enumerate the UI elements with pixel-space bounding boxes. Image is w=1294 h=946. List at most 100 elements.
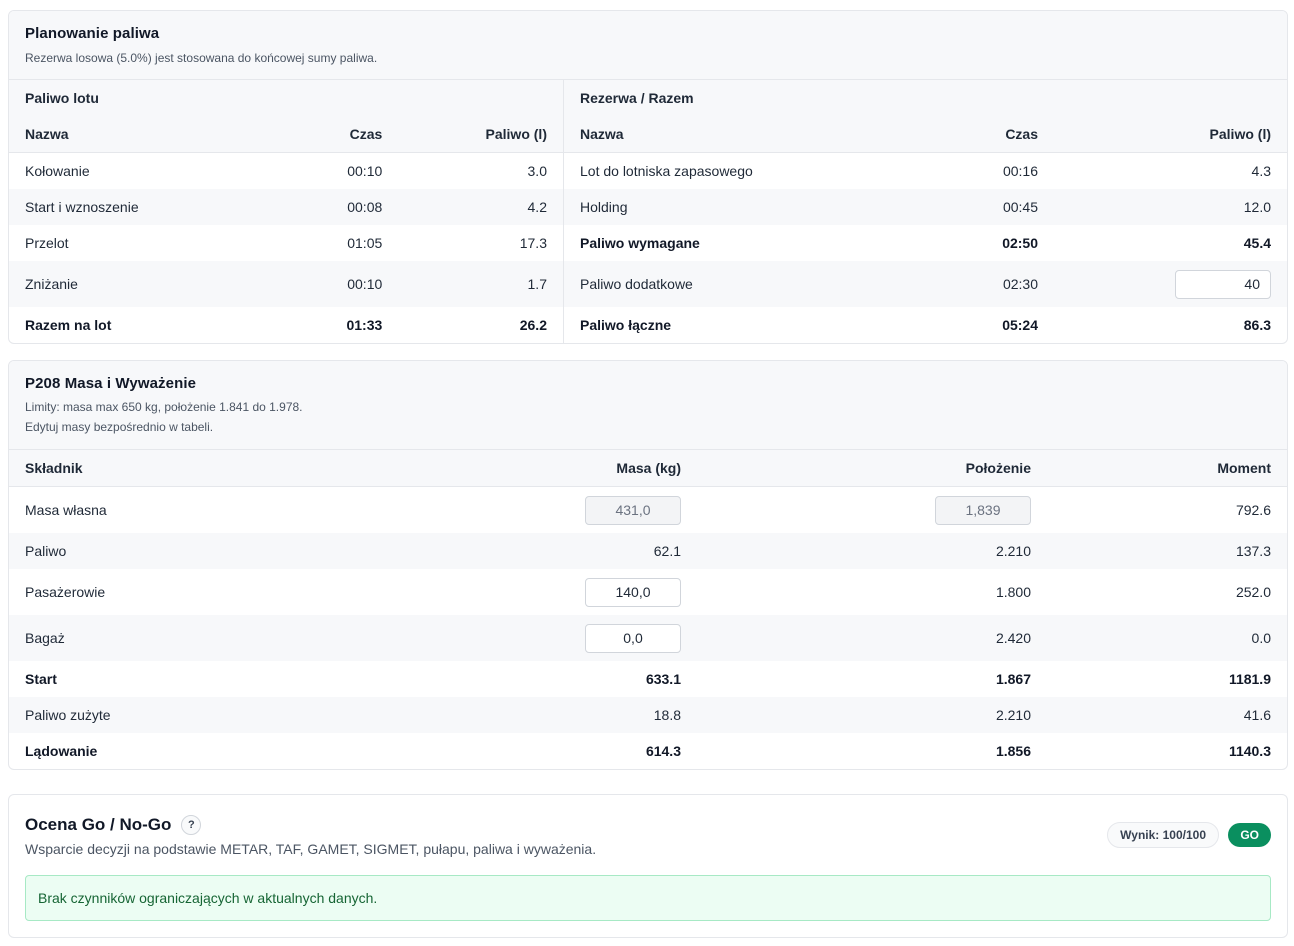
row-fuel: 4.3 <box>1251 163 1271 179</box>
row-name: Kołowanie <box>25 163 90 179</box>
row-fuel: 17.3 <box>519 235 547 251</box>
reserve-header-row: Nazwa Czas Paliwo (l) <box>564 116 1287 153</box>
decision-badge: GO <box>1228 823 1271 847</box>
table-row: Holding 00:45 12.0 <box>564 189 1287 225</box>
row-moment: 41.6 <box>1243 707 1271 723</box>
empty-position-input <box>935 495 1031 525</box>
empty-mass-input <box>585 495 681 525</box>
table-row: Pasażerowie 1.800 252.0 <box>9 569 1287 615</box>
header-name: Nazwa <box>580 126 624 142</box>
extra-fuel-input[interactable] <box>1175 269 1271 299</box>
row-position: 2.210 <box>995 707 1031 723</box>
header-moment: Moment <box>1217 460 1271 476</box>
row-name: Paliwo łączne <box>580 317 672 333</box>
row-position: 2.210 <box>995 543 1031 559</box>
table-row-landing: Lądowanie 614.3 1.856 1140.3 <box>9 733 1287 769</box>
mass-limits: Limity: masa max 650 kg, położenie 1.841… <box>25 400 303 414</box>
row-position: 1.867 <box>995 671 1031 687</box>
row-position: 2.420 <box>995 630 1031 646</box>
row-mass: 62.1 <box>653 543 681 559</box>
status-message: Brak czynników ograniczających w aktualn… <box>25 875 1271 921</box>
row-time: 02:50 <box>1002 235 1038 251</box>
row-time: 05:24 <box>1002 317 1038 333</box>
table-row: Start i wznoszenie 00:08 4.2 <box>9 189 563 225</box>
table-row: Paliwo dodatkowe 02:30 <box>564 261 1287 307</box>
row-name: Pasażerowie <box>25 584 106 600</box>
row-name: Lądowanie <box>25 743 98 759</box>
row-position: 1.856 <box>995 743 1031 759</box>
table-row-takeoff: Start 633.1 1.867 1181.9 <box>9 661 1287 697</box>
row-moment: 1181.9 <box>1228 671 1271 687</box>
row-mass-cell <box>329 623 697 653</box>
passengers-mass-input[interactable] <box>585 577 681 607</box>
row-position: 1.800 <box>995 584 1031 600</box>
table-row: Paliwo 62.1 2.210 137.3 <box>9 533 1287 569</box>
row-name: Paliwo zużyte <box>25 707 111 723</box>
reserve-total-title: Rezerwa / Razem <box>564 80 1287 116</box>
header-fuel: Paliwo (l) <box>1209 126 1271 142</box>
go-subtitle: Wsparcie decyzji na podstawie METAR, TAF… <box>25 841 597 857</box>
row-mass: 18.8 <box>653 707 681 723</box>
go-title-row: Ocena Go / No-Go ? <box>25 815 202 835</box>
flight-fuel-title: Paliwo lotu <box>9 80 563 116</box>
table-row-required: Paliwo wymagane 02:50 45.4 <box>564 225 1287 261</box>
baggage-mass-input[interactable] <box>585 623 681 653</box>
row-moment: 1140.3 <box>1228 743 1271 759</box>
table-row-total: Paliwo łączne 05:24 86.3 <box>564 307 1287 343</box>
row-fuel-cell <box>1054 269 1287 299</box>
table-row: Przelot 01:05 17.3 <box>9 225 563 261</box>
score-badge: Wynik: 100/100 <box>1107 822 1219 848</box>
row-fuel: 1.7 <box>527 276 547 292</box>
row-time: 00:45 <box>1002 199 1038 215</box>
row-name: Start i wznoszenie <box>25 199 139 215</box>
go-title: Ocena Go / No-Go <box>25 815 172 834</box>
mass-card-header: P208 Masa i Wyważenie Limity: masa max 6… <box>9 361 1287 450</box>
reserve-total-table: Rezerwa / Razem Nazwa Czas Paliwo (l) Lo… <box>564 80 1287 343</box>
header-fuel: Paliwo (l) <box>485 126 547 142</box>
row-name: Bagaż <box>25 630 65 646</box>
row-name: Razem na lot <box>25 317 112 333</box>
mass-balance-card: P208 Masa i Wyważenie Limity: masa max 6… <box>8 360 1288 770</box>
row-time: 00:16 <box>1002 163 1038 179</box>
flight-fuel-header-row: Nazwa Czas Paliwo (l) <box>9 116 563 153</box>
row-time: 00:10 <box>347 276 383 292</box>
row-time: 00:08 <box>347 199 383 215</box>
row-fuel: 45.4 <box>1243 235 1271 251</box>
table-row: Zniżanie 00:10 1.7 <box>9 261 563 307</box>
row-fuel: 4.2 <box>527 199 547 215</box>
row-name: Holding <box>580 199 628 215</box>
help-icon[interactable]: ? <box>181 815 202 835</box>
fuel-title: Planowanie paliwa <box>25 25 160 42</box>
row-time: 01:33 <box>346 317 383 333</box>
row-moment: 792.6 <box>1235 502 1271 518</box>
mass-title: P208 Masa i Wyważenie <box>25 375 197 392</box>
row-moment: 137.3 <box>1235 543 1271 559</box>
row-name: Paliwo <box>25 543 67 559</box>
row-time: 00:10 <box>347 163 383 179</box>
row-fuel: 86.3 <box>1243 317 1271 333</box>
row-mass: 633.1 <box>645 671 681 687</box>
fuel-planning-card: Planowanie paliwa Rezerwa losowa (5.0%) … <box>8 10 1288 344</box>
table-row-total: Razem na lot 01:33 26.2 <box>9 307 563 343</box>
row-moment: 252.0 <box>1235 584 1271 600</box>
row-moment: 0.0 <box>1251 630 1271 646</box>
table-row: Masa własna 792.6 <box>9 487 1287 533</box>
row-name: Paliwo dodatkowe <box>580 276 693 292</box>
table-row: Kołowanie 00:10 3.0 <box>9 153 563 189</box>
go-nogo-card: Ocena Go / No-Go ? Wsparcie decyzji na p… <box>8 794 1288 938</box>
row-time: 01:05 <box>347 235 383 251</box>
header-position: Położenie <box>965 460 1031 476</box>
row-mass-cell <box>329 495 697 525</box>
row-name: Start <box>25 671 57 687</box>
header-time: Czas <box>349 126 383 142</box>
row-name: Zniżanie <box>25 276 78 292</box>
row-mass: 614.3 <box>645 743 681 759</box>
row-pos-cell <box>697 495 1047 525</box>
row-fuel: 26.2 <box>519 317 547 333</box>
row-fuel: 12.0 <box>1243 199 1271 215</box>
row-name: Paliwo wymagane <box>580 235 700 251</box>
row-name: Lot do lotniska zapasowego <box>580 163 753 179</box>
header-time: Czas <box>1005 126 1038 142</box>
row-time: 02:30 <box>1002 276 1038 292</box>
fuel-card-header: Planowanie paliwa Rezerwa losowa (5.0%) … <box>9 11 1287 80</box>
